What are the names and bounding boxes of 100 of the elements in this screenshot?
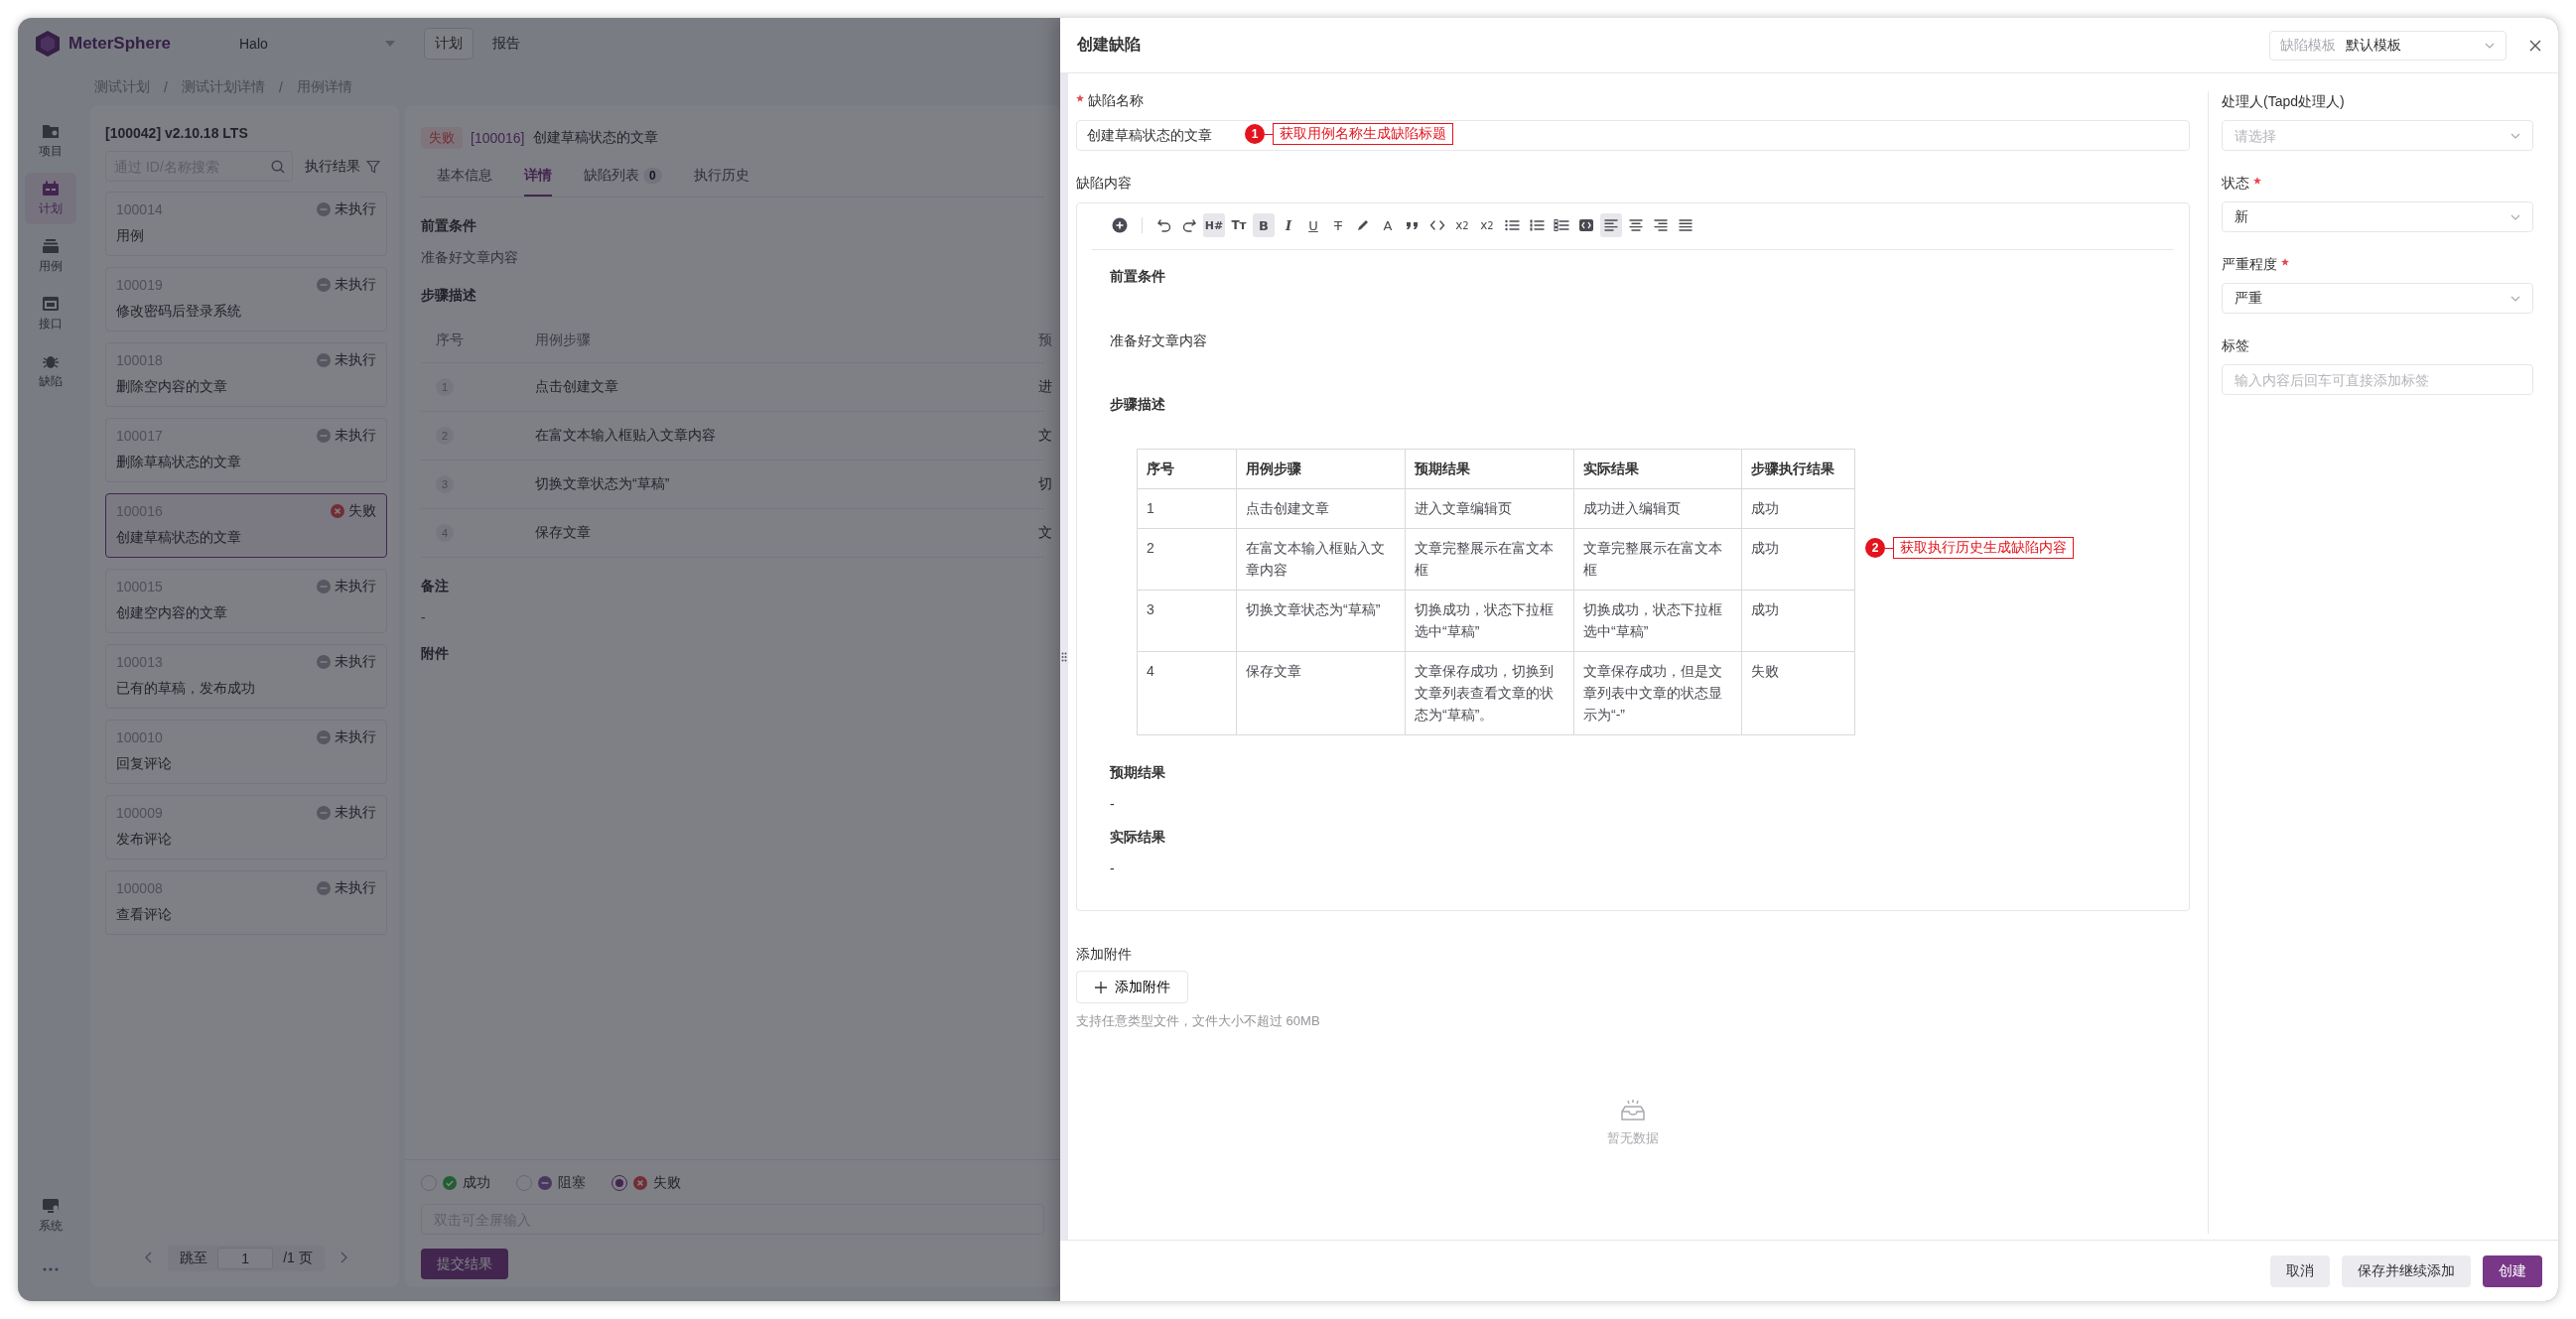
column-header: 预期结果 [1405, 449, 1574, 489]
minus-circle-icon [317, 881, 331, 895]
column-header: 用例步骤 [534, 331, 592, 349]
count-badge: 0 [643, 168, 662, 184]
field-label: 严重程度 [2222, 255, 2277, 274]
redo-icon [1181, 217, 1197, 233]
footer-button[interactable]: 保存并继续添加 [2342, 1254, 2471, 1287]
status-label: 未执行 [335, 728, 376, 746]
radio-button[interactable] [611, 1175, 627, 1191]
precondition-text: 准备好文章内容 [421, 249, 519, 267]
table-cell: 成功 [1741, 528, 1855, 591]
case-name: 查看评论 [116, 906, 173, 924]
create-button[interactable]: 创建 [2483, 1254, 2542, 1287]
template-select[interactable]: 缺陷模板 默认模板 [2269, 30, 2507, 61]
table-cell: 切换成功，状态下拉框选中“草稿” [1573, 590, 1742, 652]
table-cell: 保存文章 [1236, 651, 1406, 735]
status-label: 未执行 [335, 804, 376, 822]
add-attachment-button[interactable]: 添加附件 [1076, 971, 1188, 1003]
field-label: 标签 [2222, 336, 2249, 355]
actual-text: - [1110, 859, 1116, 878]
pen-icon [1355, 217, 1371, 233]
column-header: 预 [1037, 331, 1052, 349]
section-title: 实际结果 [1110, 828, 1166, 847]
plus-icon [1094, 981, 1107, 993]
remark-text: - [421, 609, 427, 625]
tab[interactable]: 基本信息 [437, 159, 492, 197]
input-field[interactable]: 输入内容后回车可直接添加标签 [2222, 364, 2533, 395]
table-cell-text: 点击创建文章 [534, 378, 619, 396]
sidebar-item[interactable]: 接口 [24, 288, 76, 339]
breadcrumb-separator: / [164, 79, 168, 95]
radio-label[interactable]: 失败 [653, 1174, 681, 1192]
status-label: 未执行 [335, 276, 376, 294]
nav-tab[interactable]: 计划 [425, 29, 473, 59]
window-icon [41, 295, 60, 312]
sidebar-item[interactable]: 计划 [24, 173, 76, 224]
tab[interactable]: 执行历史 [693, 159, 749, 197]
minus-circle-icon [538, 1176, 552, 1190]
table-cell: 切换成功，状态下拉框选中“草稿” [1405, 590, 1574, 652]
filter-label[interactable]: 执行结果 [305, 157, 360, 176]
align-center-icon [1628, 217, 1644, 233]
table-cell: 进入文章编辑页 [1405, 488, 1574, 529]
field-label: 缺陷名称 [1088, 91, 1144, 110]
format-button[interactable]: A [1377, 213, 1399, 237]
folder-icon [41, 122, 60, 139]
status-label: 未执行 [335, 653, 376, 671]
radio-label[interactable]: 阻塞 [558, 1174, 586, 1192]
sidebar-item[interactable]: 项目 [24, 115, 76, 167]
numbered-list-icon [1529, 217, 1545, 233]
x-circle-icon [633, 1176, 647, 1190]
column-header: 序号 [435, 331, 465, 349]
table-cell-text: 进 [1037, 378, 1052, 396]
toolbar-button[interactable] [1600, 213, 1622, 237]
chevron-left-icon [144, 1252, 153, 1263]
minus-circle-icon [317, 429, 331, 443]
sidebar-item[interactable]: 系统 [24, 1190, 76, 1242]
minus-circle-icon [317, 730, 331, 744]
column-header: 序号 [1137, 449, 1237, 489]
format-button[interactable]: T [1327, 213, 1349, 237]
select-field[interactable]: 新 [2222, 201, 2533, 232]
page-input[interactable]: 1 [217, 1248, 274, 1269]
search-icon [271, 160, 285, 174]
app-logo-text: MeterSphere [68, 34, 171, 54]
calendar-icon [41, 180, 60, 197]
code-block-icon [1578, 217, 1594, 233]
sidebar-item[interactable]: 缺陷 [24, 345, 76, 397]
close-button[interactable] [2528, 38, 2542, 53]
format-button[interactable]: U [1302, 213, 1324, 237]
section-title: 备注 [421, 578, 450, 595]
case-name: 发布评论 [116, 831, 173, 849]
precondition-text: 准备好文章内容 [1110, 331, 1208, 350]
submit-button[interactable]: 提交结果 [421, 1249, 508, 1279]
format-button[interactable]: H# [1203, 213, 1225, 237]
section-title: 前置条件 [1110, 267, 1166, 286]
expected-text: - [1110, 795, 1116, 814]
format-button[interactable]: B [1253, 213, 1275, 237]
case-name: 修改密码后登录系统 [116, 303, 242, 321]
field-label: 处理人(Tapd处理人) [2222, 92, 2345, 111]
tab[interactable]: 缺陷列表 0 [584, 159, 662, 197]
select-field[interactable]: 严重 [2222, 283, 2533, 314]
minus-circle-icon [317, 278, 331, 292]
tab[interactable]: 详情 [524, 159, 552, 197]
more-icon [41, 1267, 60, 1271]
undo-icon [1156, 217, 1172, 233]
jump-label: 跳至 [180, 1250, 208, 1267]
radio-label[interactable]: 成功 [463, 1174, 490, 1192]
empty-tray-icon [1620, 1100, 1646, 1121]
project-select[interactable]: Halo [223, 28, 407, 60]
status-label: 未执行 [335, 427, 376, 445]
minus-circle-icon [317, 655, 331, 669]
format-button[interactable]: Tт [1228, 213, 1250, 237]
upload-hint: 支持任意类型文件，文件大小不超过 60MB [1076, 1012, 1321, 1030]
format-button[interactable]: I [1278, 213, 1299, 237]
select-field[interactable]: 请选择 [2222, 120, 2533, 151]
field-label: 状态 [2222, 174, 2249, 193]
nav-tab[interactable]: 报告 [482, 29, 530, 59]
minus-circle-icon [317, 202, 331, 216]
sidebar-item[interactable]: 用例 [24, 230, 76, 282]
table-cell: 文章保存成功，切换到文章列表查看文章的状态为“草稿”。 [1405, 651, 1574, 735]
footer-button[interactable]: 取消 [2270, 1254, 2330, 1287]
section-title: 预期结果 [1110, 763, 1166, 782]
